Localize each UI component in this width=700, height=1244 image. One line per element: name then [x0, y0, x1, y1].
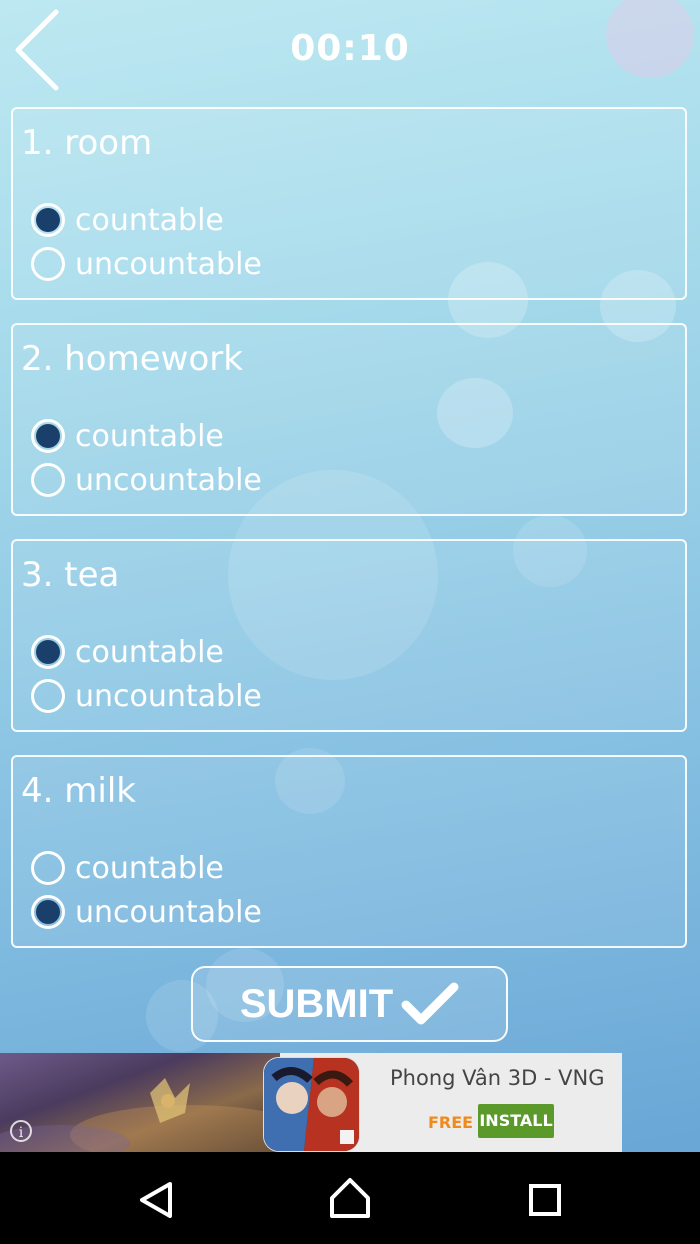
option-label: countable: [75, 202, 224, 238]
nav-back-button[interactable]: [126, 1172, 186, 1228]
nav-recents-button[interactable]: [515, 1172, 575, 1228]
ad-banner[interactable]: i Phong Vân 3D - VNG FREE INSTALL: [0, 1053, 622, 1152]
ad-title: Phong Vân 3D - VNG: [390, 1066, 605, 1090]
radio-dot: [36, 640, 60, 664]
question-card: 3. tea countable uncountable: [11, 539, 687, 732]
radio-button[interactable]: [31, 895, 65, 929]
question-card: 4. milk countable uncountable: [11, 755, 687, 948]
option-countable[interactable]: countable: [31, 416, 224, 456]
radio-button[interactable]: [31, 463, 65, 497]
timer: 00:10: [290, 28, 410, 69]
option-uncountable[interactable]: uncountable: [31, 460, 262, 500]
recents-square-icon: [529, 1184, 561, 1216]
ad-app-icon: [263, 1057, 360, 1152]
option-uncountable[interactable]: uncountable: [31, 892, 262, 932]
radio-button[interactable]: [31, 851, 65, 885]
option-label: uncountable: [75, 462, 262, 498]
option-label: countable: [75, 850, 224, 886]
submit-label: SUBMIT: [239, 981, 394, 1026]
install-button[interactable]: INSTALL: [478, 1104, 554, 1138]
system-nav-bar: [0, 1152, 700, 1244]
info-icon[interactable]: i: [10, 1120, 32, 1142]
home-icon: [330, 1178, 370, 1218]
question-card: 1. room countable uncountable: [11, 107, 687, 300]
nav-home-button[interactable]: [320, 1172, 380, 1228]
radio-button[interactable]: [31, 203, 65, 237]
question-title: 2. homework: [21, 339, 243, 379]
ad-game-scene-image: [0, 1053, 310, 1152]
radio-dot: [36, 424, 60, 448]
radio-button[interactable]: [31, 635, 65, 669]
radio-dot: [36, 900, 60, 924]
option-uncountable[interactable]: uncountable: [31, 676, 262, 716]
option-label: uncountable: [75, 894, 262, 930]
radio-button[interactable]: [31, 679, 65, 713]
quiz-screen: 00:10 1. room countable uncountable 2. h…: [0, 0, 700, 1152]
checkmark-icon: [401, 982, 459, 1025]
option-label: countable: [75, 634, 224, 670]
radio-dot: [36, 208, 60, 232]
radio-button[interactable]: [31, 247, 65, 281]
top-bar: 00:10: [0, 0, 700, 98]
option-label: uncountable: [75, 678, 262, 714]
option-label: countable: [75, 418, 224, 454]
question-title: 3. tea: [21, 555, 120, 595]
ad-price-label: FREE: [428, 1113, 474, 1132]
question-card: 2. homework countable uncountable: [11, 323, 687, 516]
option-label: uncountable: [75, 246, 262, 282]
question-title: 4. milk: [21, 771, 136, 811]
ad-scene-art: [0, 1078, 310, 1152]
option-countable[interactable]: countable: [31, 848, 224, 888]
back-triangle-icon: [140, 1182, 172, 1218]
submit-button[interactable]: SUBMIT: [191, 966, 508, 1042]
radio-button[interactable]: [31, 419, 65, 453]
option-countable[interactable]: countable: [31, 200, 224, 240]
option-countable[interactable]: countable: [31, 632, 224, 672]
question-title: 1. room: [21, 123, 153, 163]
option-uncountable[interactable]: uncountable: [31, 244, 262, 284]
